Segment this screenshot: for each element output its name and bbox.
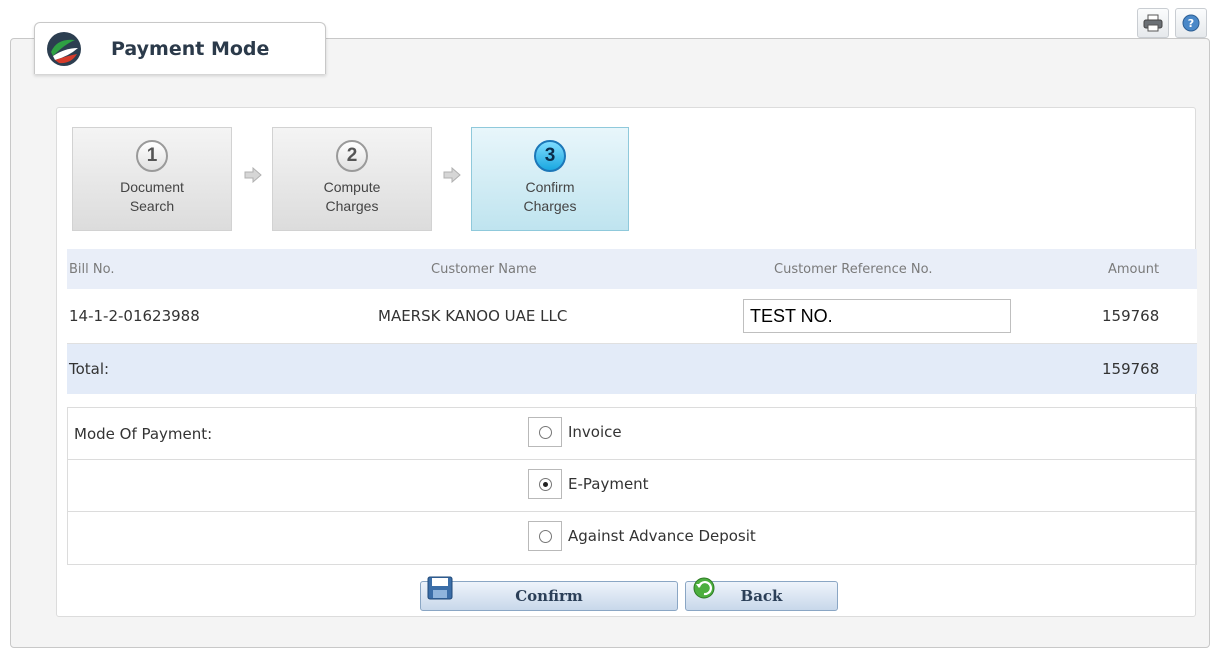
step-label-line2: Charges <box>325 198 379 214</box>
step-label-line1: Compute <box>323 179 381 195</box>
wizard-step-1[interactable]: 1 Document Search <box>72 127 232 231</box>
printer-icon <box>1143 14 1163 32</box>
step-label: Compute Charges <box>273 178 431 216</box>
step-label-line2: Search <box>129 198 175 214</box>
payment-option-row: Against Advance Deposit <box>68 512 1196 564</box>
radio-box[interactable] <box>528 469 562 499</box>
cell-amount: 159768 <box>1102 307 1160 325</box>
customer-reference-input[interactable] <box>743 299 1011 333</box>
step-label-line1: Confirm <box>525 179 575 195</box>
back-arrow-icon <box>693 577 715 599</box>
cell-customer-name: MAERSK KANOO UAE LLC <box>378 307 568 325</box>
payment-option-invoice[interactable]: Invoice <box>528 417 622 447</box>
radio-box[interactable] <box>528 521 562 551</box>
payment-mode-section: Mode Of Payment: Invoice E-Payment Again… <box>67 407 1197 565</box>
total-amount: 159768 <box>1102 360 1160 378</box>
payment-option-epayment[interactable]: E-Payment <box>528 469 649 499</box>
radio-label: Against Advance Deposit <box>568 527 756 545</box>
epayment-radio[interactable] <box>538 477 552 491</box>
title-tab: Payment Mode <box>34 22 326 74</box>
content-area: 1 Document Search 2 Compute Charges 3 Co… <box>56 107 1197 617</box>
payment-option-advance-deposit[interactable]: Against Advance Deposit <box>528 521 756 551</box>
advance-deposit-radio[interactable] <box>538 529 552 543</box>
wizard-step-3[interactable]: 3 Confirm Charges <box>471 127 629 231</box>
step-number: 2 <box>336 140 368 172</box>
confirm-button[interactable]: Confirm <box>420 576 678 611</box>
radio-label: E-Payment <box>568 475 649 493</box>
save-icon <box>427 576 453 600</box>
radio-label: Invoice <box>568 423 622 441</box>
step-arrow-icon <box>244 167 262 183</box>
step-number: 3 <box>534 140 566 172</box>
app-logo-icon <box>47 31 81 66</box>
help-button[interactable]: ? <box>1175 8 1207 38</box>
payment-option-row: E-Payment <box>68 460 1196 512</box>
radio-box[interactable] <box>528 417 562 447</box>
svg-text:?: ? <box>1188 17 1194 30</box>
step-label-line2: Charges <box>523 198 577 214</box>
cell-customer-ref <box>743 289 1011 343</box>
step-label-line1: Document <box>120 179 184 195</box>
table-total-row: Total: 159768 <box>67 344 1197 394</box>
top-toolbar: ? <box>1137 8 1207 38</box>
mode-of-payment-label: Mode Of Payment: <box>74 425 213 443</box>
invoice-radio[interactable] <box>538 425 552 439</box>
header-customer-name: Customer Name <box>431 261 537 277</box>
table-header-row: Bill No. Customer Name Customer Referenc… <box>67 249 1197 289</box>
back-button[interactable]: Back <box>685 577 838 611</box>
header-customer-ref: Customer Reference No. <box>774 261 933 277</box>
total-label: Total: <box>69 360 110 378</box>
payment-option-row: Mode Of Payment: Invoice <box>68 408 1196 460</box>
header-bill-no: Bill No. <box>69 261 115 277</box>
header-amount: Amount <box>1108 261 1160 277</box>
cell-bill-no: 14-1-2-01623988 <box>69 307 200 325</box>
step-arrow-icon <box>443 167 461 183</box>
charges-table: Bill No. Customer Name Customer Referenc… <box>67 249 1197 394</box>
help-icon: ? <box>1182 14 1200 32</box>
page-title: Payment Mode <box>111 37 270 60</box>
step-label: Confirm Charges <box>472 178 628 216</box>
back-label: Back <box>740 587 783 605</box>
table-row: 14-1-2-01623988 MAERSK KANOO UAE LLC 159… <box>67 289 1197 344</box>
confirm-label: Confirm <box>515 587 583 605</box>
print-button[interactable] <box>1137 8 1169 38</box>
step-number: 1 <box>136 140 168 172</box>
step-label: Document Search <box>73 178 231 216</box>
wizard-step-2[interactable]: 2 Compute Charges <box>272 127 432 231</box>
